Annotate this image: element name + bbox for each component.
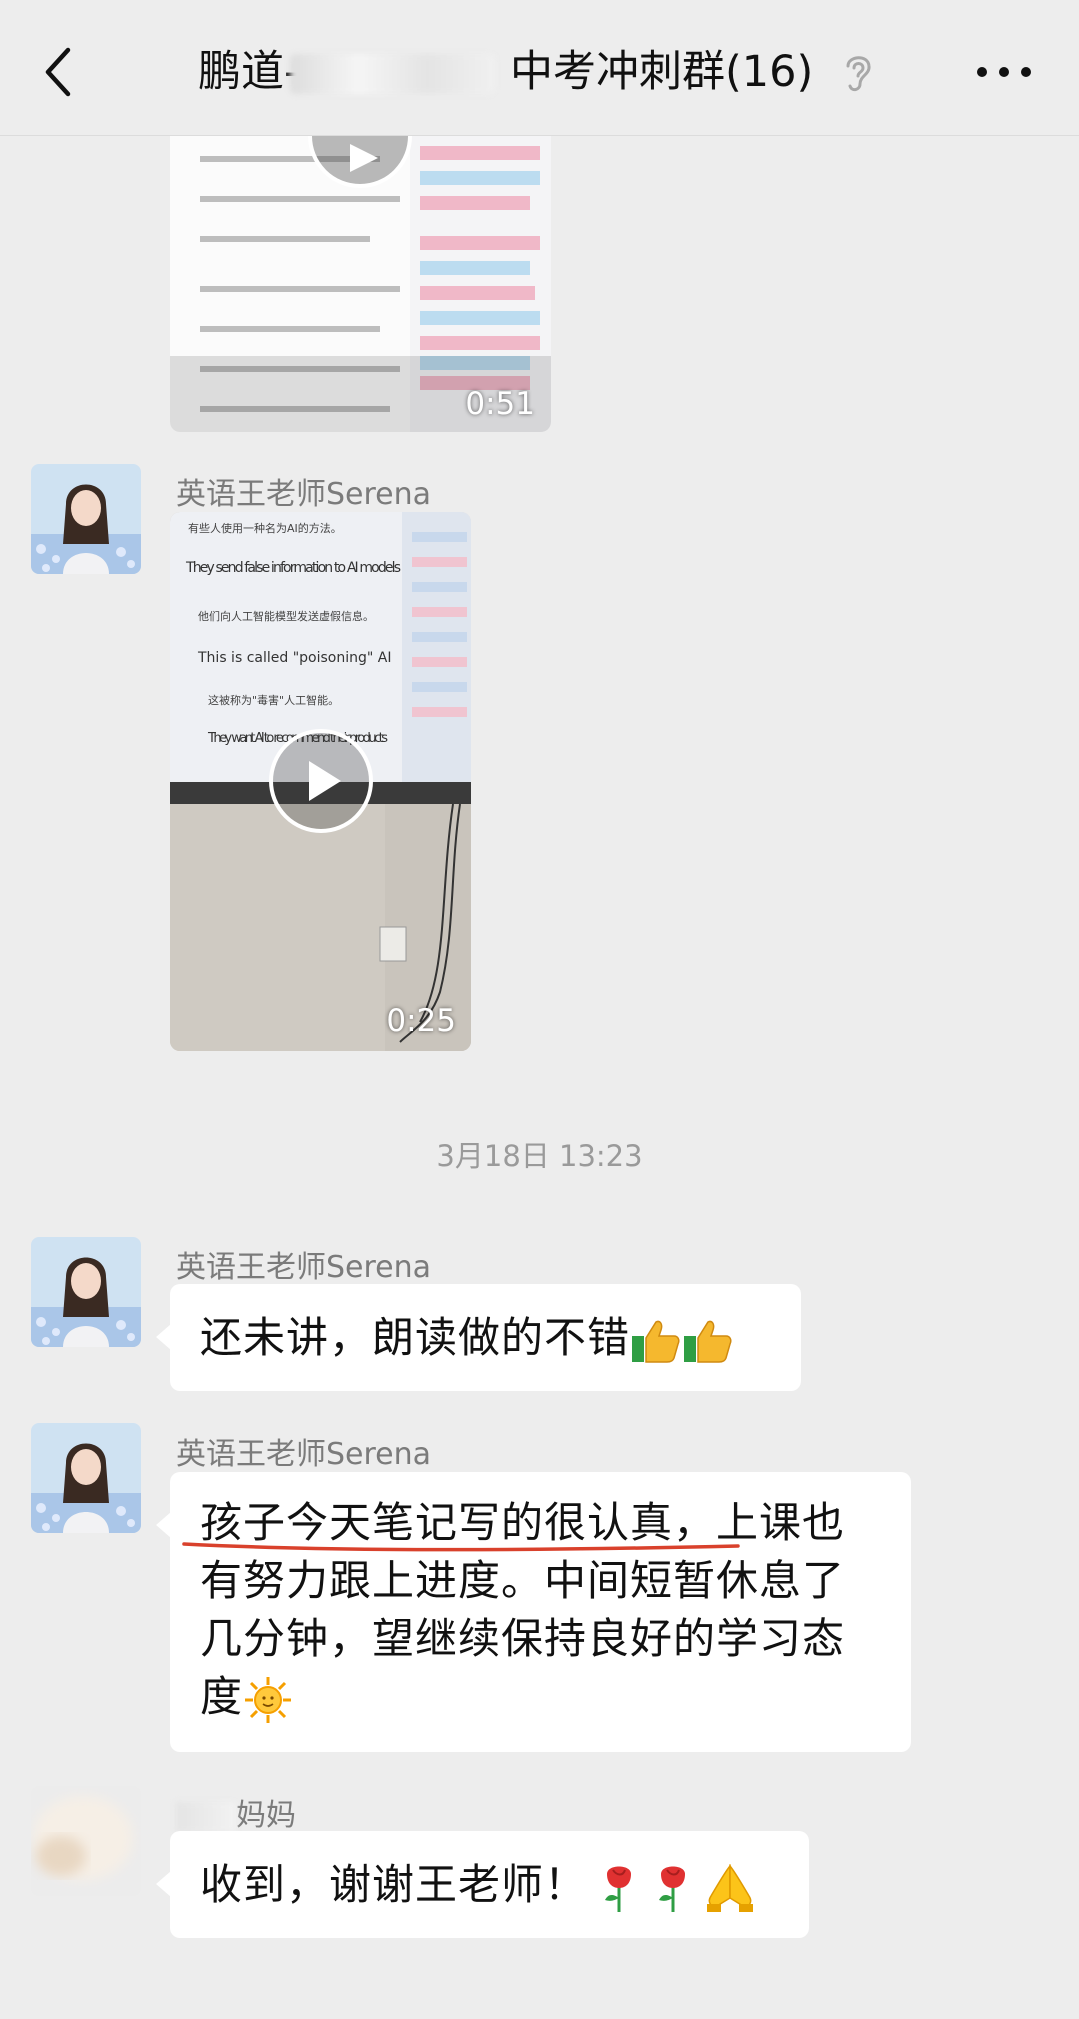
chat-title: 鹏道- 中考冲刺群(16) <box>0 40 1079 104</box>
chat-title-suffix: 中考冲刺群(16) <box>510 47 814 97</box>
message-text-line: 有努力跟上进度。中间短暂休息了 <box>200 1556 846 1605</box>
red-underline-annotation <box>182 1542 740 1552</box>
sender-name: 英语王老师Serena <box>176 1250 432 1285</box>
play-icon[interactable] <box>308 136 412 210</box>
message-bubble[interactable]: 孩子今天笔记写的很认真，上课也 有努力跟上进度。中间短暂休息了 几分钟，望继续保… <box>156 1472 911 1752</box>
chat-timestamp: 3月18日 13:23 <box>436 1139 643 1173</box>
sun-icon <box>245 1676 292 1723</box>
message-text-line: 度 <box>200 1672 244 1721</box>
message-bubble[interactable]: 收到，谢谢王老师！ <box>156 1831 809 1938</box>
sender-name: 妈妈 <box>176 1790 296 1834</box>
more-options-icon[interactable] <box>976 64 1032 80</box>
sender-name: 英语王老师Serena <box>176 477 432 512</box>
slide-text: 他们向人工智能模型发送虚假信息。 <box>198 609 374 623</box>
title-redacted-area <box>290 54 495 94</box>
sender-name-visible: 妈妈 <box>236 1798 296 1833</box>
message-text-line: 几分钟，望继续保持良好的学习态 <box>200 1614 846 1663</box>
avatar[interactable] <box>31 464 141 574</box>
message-text: 还未讲，朗读做的不错 <box>200 1313 631 1362</box>
thumbs-up-icon <box>632 1320 680 1363</box>
slide-text: 有些人使用一种名为AI的方法。 <box>188 521 342 535</box>
folded-hands-icon <box>707 1863 754 1912</box>
thumbs-up-icon <box>684 1320 732 1363</box>
avatar[interactable] <box>31 1237 141 1347</box>
ear-icon <box>846 56 871 92</box>
slide-text: 这被称为"毒害"人工智能。 <box>208 693 339 707</box>
rose-icon <box>605 1866 632 1912</box>
video-duration: 0:51 <box>465 386 535 422</box>
sender-redacted-area <box>176 1801 236 1832</box>
avatar[interactable] <box>31 1423 141 1533</box>
message-bubble[interactable]: 还未讲，朗读做的不错 <box>156 1284 801 1391</box>
slide-text: They send false information to AI models <box>185 560 401 576</box>
chat-title-prefix: 鹏道- <box>198 47 300 97</box>
rose-icon <box>659 1866 686 1912</box>
video-message[interactable]: 0:51 <box>170 136 551 432</box>
play-icon[interactable] <box>267 727 375 835</box>
sender-name: 英语王老师Serena <box>176 1437 432 1472</box>
slide-text: This is called "poisoning" AI <box>197 650 391 666</box>
video-duration: 0:25 <box>386 1003 456 1039</box>
chat-header: 鹏道- 中考冲刺群(16) <box>0 0 1079 136</box>
video-message[interactable]: 有些人使用一种名为AI的方法。 They send false informat… <box>170 512 471 1051</box>
message-text: 收到，谢谢王老师！ <box>200 1860 588 1909</box>
avatar[interactable] <box>31 1786 141 1896</box>
